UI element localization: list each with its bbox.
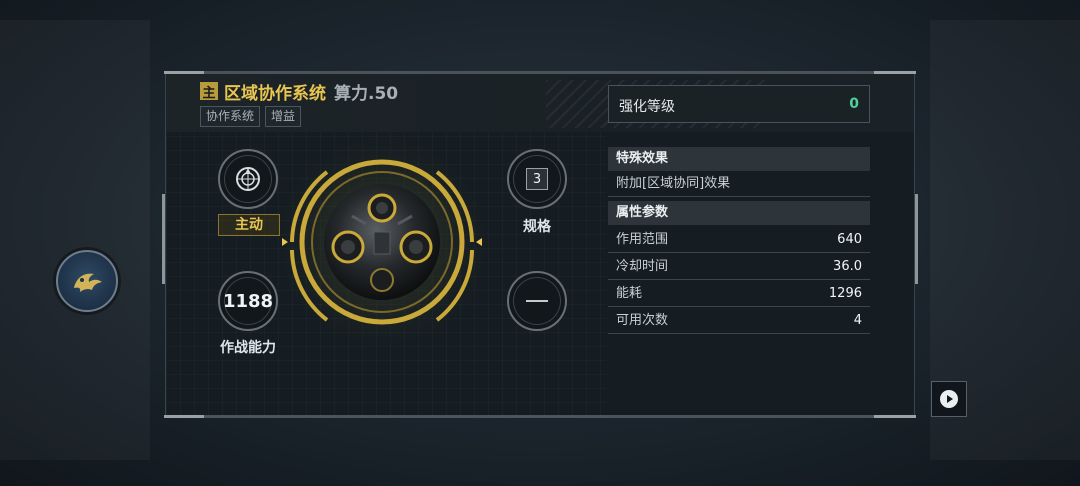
attribute-value: 4 [853,313,862,328]
title-row: 主 区域协作系统 算力.50 [200,80,399,104]
enhance-value: 0 [849,96,859,112]
combat-power-slot: 1188 [218,271,278,331]
play-icon [940,390,958,408]
attribute-value: 36.0 [833,259,862,274]
play-button[interactable] [931,381,967,417]
attribute-label: 冷却时间 [616,259,669,274]
item-power: 算力.50 [334,83,399,104]
item-detail-panel: 主 区域协作系统 算力.50 协作系统 增益 主动 3 规格 1188 作战能力… [162,71,918,418]
item-title: 区域协作系统 [224,83,326,104]
side-emblem-button[interactable] [56,250,118,312]
background-panel-left [0,20,150,460]
attribute-value: 640 [837,232,862,247]
item-showcase: 主动 3 规格 1188 作战能力 [166,132,606,417]
orb-device-illustration [282,132,492,352]
attribute-row: 能耗 1296 [608,281,870,307]
attribute-row: 可用次数 4 [608,308,870,334]
special-effect-text: 附加[区域协同]效果 [616,176,731,191]
spec-value: 3 [526,168,548,190]
frame-left [162,194,165,284]
empty-slot[interactable] [507,271,567,331]
combat-power-value: 1188 [222,290,274,312]
attribute-row: 冷却时间 36.0 [608,254,870,280]
empty-dash-icon [526,300,548,302]
attribute-row: 作用范围 640 [608,227,870,253]
spec-slot[interactable]: 3 [507,149,567,209]
tag-list: 协作系统 增益 [200,106,306,127]
special-effect-row: 附加[区域协同]效果 [608,171,870,197]
enhance-level-box: 强化等级 0 [608,85,870,123]
combat-power-label: 作战能力 [220,340,276,356]
enhance-label: 强化等级 [619,99,675,115]
spec-label: 规格 [523,219,551,235]
attribute-label: 可用次数 [616,313,669,328]
attribute-label: 能耗 [616,286,643,301]
tag-system: 协作系统 [200,106,261,127]
attribute-label: 作用范围 [616,232,669,247]
special-effect-header: 特殊效果 [608,147,870,171]
target-emblem-icon [236,167,260,191]
active-skill-slot[interactable] [218,149,278,209]
attribute-value: 1296 [828,286,862,301]
attributes-header: 属性参数 [608,201,870,225]
frame-right [915,194,918,284]
tag-buff: 增益 [265,106,302,127]
main-badge: 主 [200,82,218,101]
active-label: 主动 [218,214,280,236]
phoenix-emblem-icon [74,273,102,292]
